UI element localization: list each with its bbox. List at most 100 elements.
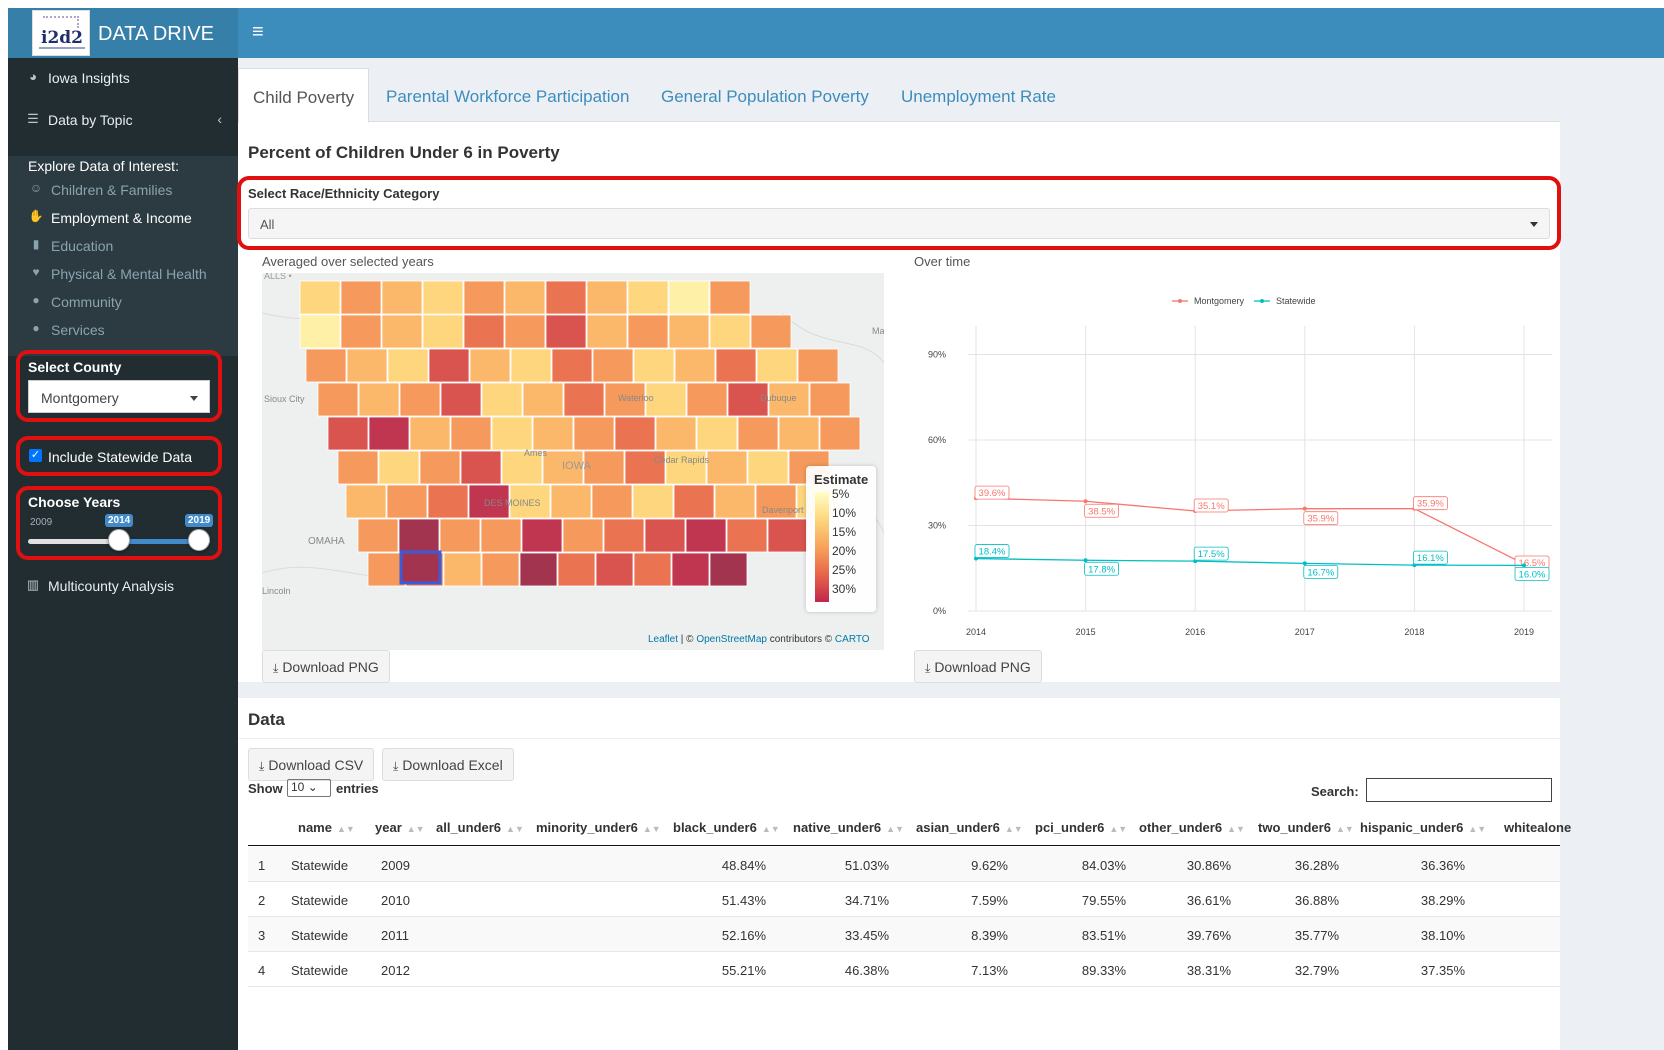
download-excel-button[interactable]: ⤓ Download Excel — [382, 748, 514, 781]
sort-icon: ▲▼ — [506, 824, 524, 834]
y-tick-label: 0% — [933, 606, 946, 616]
chevron-left-icon: ‹ — [217, 111, 222, 127]
map-label: Sioux City — [264, 394, 305, 404]
leaflet-link[interactable]: Leaflet — [648, 634, 678, 645]
county-shape — [603, 518, 645, 553]
col-asian-under6[interactable]: asian_under6 ▲▼ — [916, 820, 1023, 835]
data-label: 35.1% — [1198, 501, 1225, 512]
chart-caption: Over time — [914, 254, 971, 269]
sidebar-item-iowa-insights[interactable]: ◕ Iowa Insights — [8, 58, 238, 98]
county-shape — [706, 450, 748, 485]
statewide-checkbox[interactable]: ✓ — [29, 449, 42, 462]
child-icon: ☺ — [29, 181, 43, 195]
county-shape — [450, 416, 492, 451]
map-label: Waterloo — [618, 393, 654, 403]
county-shape — [633, 552, 672, 587]
col-native-under6[interactable]: native_under6 ▲▼ — [793, 820, 904, 835]
logo-area[interactable]: i2d2 DATA DRIVE — [8, 8, 238, 58]
county-shape — [737, 416, 779, 451]
osm-link[interactable]: OpenStreetMap — [696, 634, 767, 645]
county-shape — [398, 518, 440, 553]
data-point — [1302, 506, 1307, 511]
col-year[interactable]: year ▲▼ — [375, 820, 425, 835]
county-shape — [299, 314, 341, 349]
table-row[interactable]: 3 Statewide 2011 52.16% 33.45% 8.39% 83.… — [248, 917, 1560, 952]
county-shape — [756, 348, 798, 383]
x-tick-label: 2014 — [966, 627, 986, 637]
county-shape — [573, 416, 615, 451]
map-label: OMAHA — [308, 536, 345, 547]
county-shape — [644, 518, 686, 553]
county-shape — [709, 552, 748, 587]
sidebar-item-multicounty[interactable]: ▥ Multicounty Analysis — [8, 566, 238, 606]
sort-icon: ▲▼ — [406, 824, 425, 834]
data-label: 35.9% — [1307, 514, 1334, 525]
sidebar-subitem-children-families[interactable]: ☺ Children & Families — [8, 176, 238, 202]
years-from-handle[interactable] — [108, 529, 130, 551]
county-shape — [686, 382, 728, 417]
county-shape — [557, 552, 596, 587]
county-shape — [428, 348, 470, 383]
database-icon: ☰ — [27, 111, 39, 126]
line-chart: 2014 2015 2016 2017 2018 2019 0% 30% 60% 90% 39.6%… — [928, 296, 1552, 637]
county-shape — [337, 450, 379, 485]
explore-header: Explore Data of Interest: — [28, 158, 179, 174]
users-icon: ● — [32, 293, 40, 307]
county-shape — [592, 348, 634, 383]
col-name[interactable]: name ▲▼ — [298, 820, 355, 835]
search-input[interactable] — [1366, 778, 1552, 802]
years-to-handle[interactable] — [188, 529, 210, 551]
data-label: 38.5% — [1088, 506, 1115, 517]
county-shape — [591, 484, 633, 519]
county-shape — [715, 348, 757, 383]
county-shape — [709, 280, 751, 315]
tab-general-poverty[interactable]: General Population Poverty — [661, 68, 869, 123]
map-label: Davenport — [762, 505, 804, 515]
county-select[interactable]: Montgomery — [28, 380, 210, 413]
carto-link[interactable]: CARTO — [835, 634, 870, 645]
col-black-under6[interactable]: black_under6 ▲▼ — [673, 820, 780, 835]
map-label: Ames — [524, 448, 548, 458]
col-whitealone[interactable]: whitealone — [1504, 820, 1571, 835]
county-shape — [469, 348, 511, 383]
county-shape — [443, 552, 482, 587]
map-attribution: Leaflet | © OpenStreetMap contributors ©… — [648, 634, 870, 645]
sort-icon: ▲▼ — [1468, 824, 1487, 834]
i2d2-logo: i2d2 — [32, 10, 90, 56]
sidebar-subitem-services[interactable]: ● Services — [8, 316, 238, 342]
map-download-png-button[interactable]: ⤓ Download PNG — [262, 650, 390, 683]
county-shape — [671, 552, 710, 587]
col-all-under6[interactable]: all_under6 ▲▼ — [436, 820, 524, 835]
sidebar-subitem-health[interactable]: ♥ Physical & Mental Health — [8, 260, 238, 286]
col-hispanic-under6[interactable]: hispanic_under6 ▲▼ — [1360, 820, 1486, 835]
race-select[interactable]: All — [248, 208, 1550, 239]
chart-download-png-button[interactable]: ⤓ Download PNG — [914, 650, 1042, 683]
map-label-falls: ALLS • — [264, 273, 292, 281]
table-row[interactable]: 4 Statewide 2012 55.21% 46.38% 7.13% 89.… — [248, 952, 1560, 987]
tab-child-poverty[interactable]: Child Poverty — [238, 68, 370, 123]
tab-unemployment[interactable]: Unemployment Rate — [901, 68, 1056, 123]
download-icon: ⤓ — [925, 661, 931, 675]
iowa-choropleth-map[interactable]: ALLS • Sioux City Ames IOWA Cedar Rapids… — [262, 273, 884, 650]
sidebar-subitem-education[interactable]: ▮ Education — [8, 232, 238, 258]
col-pci-under6[interactable]: pci_under6 ▲▼ — [1035, 820, 1127, 835]
col-minority-under6[interactable]: minority_under6 ▲▼ — [536, 820, 661, 835]
entries-per-page-select[interactable]: 10 ⌄ — [287, 779, 331, 797]
sidebar-subitem-employment-income[interactable]: ✋ Employment & Income — [8, 204, 238, 230]
sidebar-item-data-by-topic[interactable]: ☰ Data by Topic ‹ — [8, 100, 238, 140]
tab-bar: Child Poverty Parental Workforce Partici… — [238, 68, 1560, 123]
county-shape — [340, 314, 382, 349]
county-shape — [463, 314, 505, 349]
hamburger-menu-icon[interactable]: ≡ — [252, 21, 264, 44]
col-two-under6[interactable]: two_under6 ▲▼ — [1258, 820, 1354, 835]
download-csv-button[interactable]: ⤓ Download CSV — [248, 748, 375, 781]
download-icon: ⤓ — [259, 759, 265, 773]
sidebar-subitem-community[interactable]: ● Community — [8, 288, 238, 314]
x-tick-label: 2016 — [1185, 627, 1205, 637]
col-other-under6[interactable]: other_under6 ▲▼ — [1139, 820, 1245, 835]
years-min-label: 2009 — [30, 517, 53, 528]
table-row[interactable]: 1 Statewide 2009 48.84% 51.03% 9.62% 84.… — [248, 847, 1560, 882]
table-row[interactable]: 2 Statewide 2010 51.43% 34.71% 7.59% 79.… — [248, 882, 1560, 917]
tab-parental-workforce[interactable]: Parental Workforce Participation — [386, 68, 629, 123]
sort-icon: ▲▼ — [642, 824, 661, 834]
